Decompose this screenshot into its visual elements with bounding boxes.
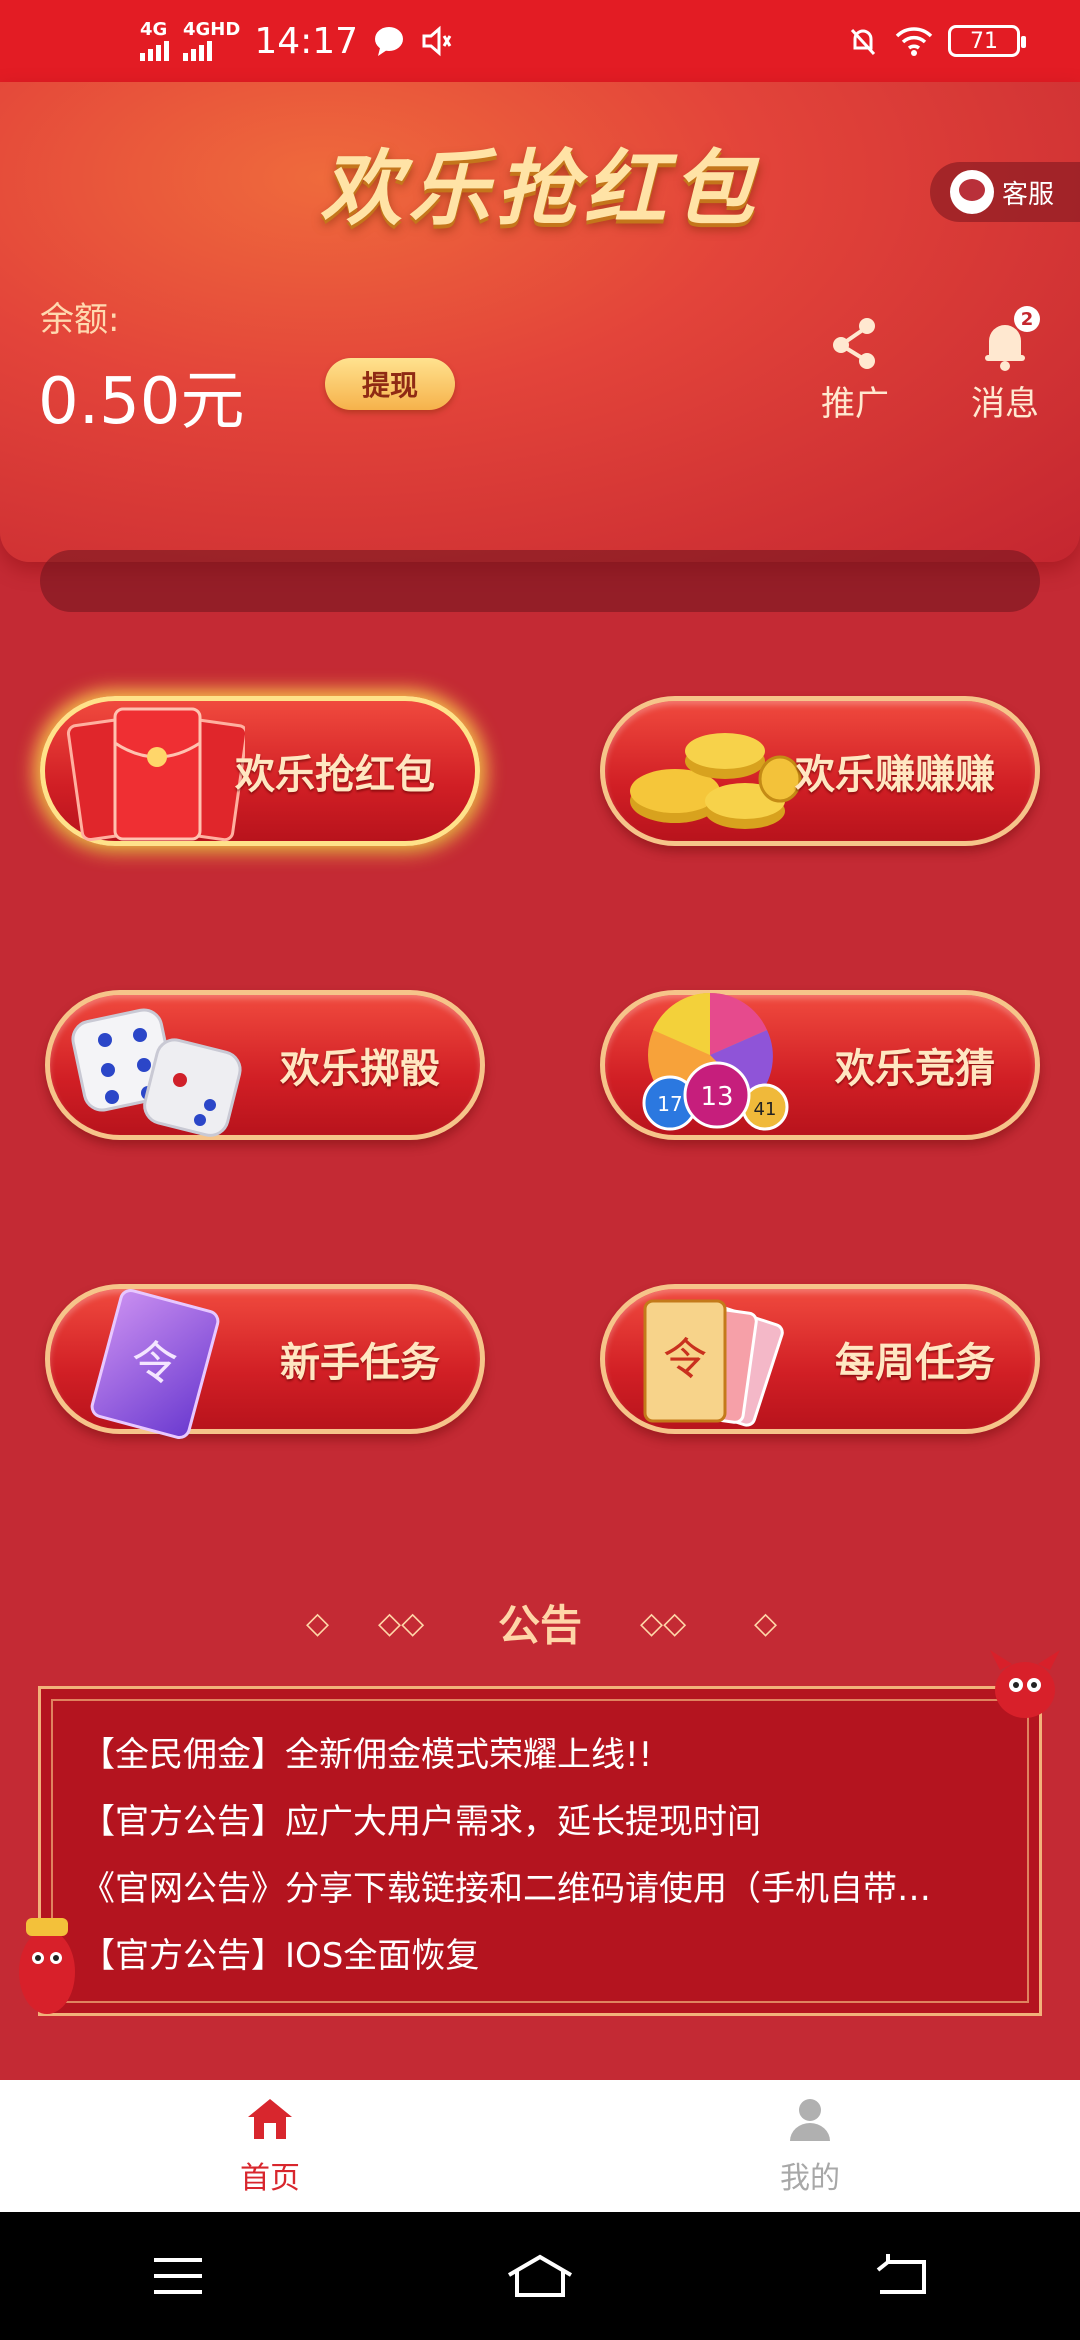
customer-service-label: 客服 bbox=[1002, 179, 1055, 210]
customer-service-button[interactable]: 客服 bbox=[930, 162, 1080, 222]
promote-button[interactable]: 推广 bbox=[800, 310, 910, 425]
game-label: 新手任务 bbox=[280, 1340, 440, 1386]
wifi-icon bbox=[895, 27, 933, 56]
bottom-nav: 首页 我的 bbox=[0, 2080, 1080, 2212]
page-title: 欢乐抢红包 bbox=[320, 142, 760, 237]
signal-1-label: 4G bbox=[140, 19, 168, 40]
game-guess-button[interactable]: 17 41 13 欢乐竞猜 bbox=[600, 990, 1040, 1140]
svg-text:13: 13 bbox=[700, 1082, 733, 1112]
messages-label: 消息 bbox=[971, 384, 1039, 424]
chat-bubble-icon bbox=[375, 27, 404, 56]
back-icon[interactable] bbox=[874, 2254, 930, 2298]
cards-icon: 令 bbox=[643, 1299, 784, 1427]
signal-4ghd-icon: 4GHD bbox=[183, 21, 240, 61]
marquee-bar bbox=[40, 550, 1040, 612]
tab-me[interactable]: 我的 bbox=[540, 2080, 1080, 2212]
announcement-item[interactable]: 【全民佣金】全新佣金模式荣耀上线!! bbox=[81, 1727, 1021, 1776]
tab-me-label: 我的 bbox=[780, 2161, 840, 2196]
header-card: 欢乐抢红包 客服 余额: 0.50元 提现 推广 2 消息 bbox=[0, 82, 1080, 612]
withdraw-button[interactable]: 提现 bbox=[325, 358, 455, 410]
balance-label: 余额: bbox=[40, 300, 120, 340]
messages-badge: 2 bbox=[1014, 306, 1040, 332]
game-label: 欢乐竞猜 bbox=[835, 1046, 995, 1092]
mute-bell-icon bbox=[850, 28, 876, 56]
svg-text:令: 令 bbox=[132, 1336, 178, 1390]
svg-text:17: 17 bbox=[657, 1092, 682, 1116]
tab-home-label: 首页 bbox=[240, 2161, 300, 2196]
status-time: 14:17 bbox=[254, 20, 359, 62]
game-label: 每周任务 bbox=[835, 1340, 995, 1386]
announcement-title: 公告 bbox=[497, 1601, 582, 1650]
red-envelope-icon bbox=[66, 707, 245, 842]
battery-level: 71 bbox=[970, 28, 998, 54]
status-bar: 4G 4GHD 14:17 71 bbox=[0, 0, 1080, 82]
game-label: 欢乐抢红包 bbox=[235, 752, 435, 798]
gold-coins-icon bbox=[630, 733, 802, 829]
announcement-box: 【全民佣金】全新佣金模式荣耀上线!! 【官方公告】应广大用户需求，延长提现时间 … bbox=[38, 1686, 1042, 2016]
home-icon bbox=[248, 2099, 292, 2139]
headset-icon bbox=[950, 170, 994, 214]
dice-icon bbox=[71, 1008, 242, 1137]
game-label: 欢乐赚赚赚 bbox=[795, 752, 995, 798]
tab-home[interactable]: 首页 bbox=[0, 2080, 540, 2212]
game-dice-button[interactable]: 欢乐掷骰 bbox=[45, 990, 485, 1140]
svg-text:41: 41 bbox=[754, 1099, 777, 1120]
announcement-item[interactable]: 【官方公告】IOS全面恢复 bbox=[81, 1928, 1021, 1977]
volume-icon bbox=[422, 25, 452, 57]
promote-label: 推广 bbox=[821, 384, 889, 424]
newbie-task-button[interactable]: 令 新手任务 bbox=[45, 1284, 485, 1439]
user-icon bbox=[790, 2099, 830, 2141]
purple-card-icon: 令 bbox=[90, 1289, 220, 1439]
game-label: 欢乐掷骰 bbox=[280, 1046, 440, 1092]
messages-button[interactable]: 2 消息 bbox=[950, 306, 1060, 425]
balance-value: 0.50元 bbox=[38, 365, 245, 439]
announcement-item[interactable]: 【官方公告】应广大用户需求，延长提现时间 bbox=[81, 1794, 1021, 1843]
signal-4g-icon: 4G bbox=[140, 21, 169, 61]
mascot-icon bbox=[19, 1918, 75, 2014]
svg-text:令: 令 bbox=[663, 1334, 707, 1385]
lottery-ball-icon: 17 41 13 bbox=[642, 992, 789, 1131]
mascot-icon bbox=[990, 1650, 1060, 1718]
battery-indicator: 71 bbox=[948, 25, 1026, 57]
share-icon bbox=[833, 318, 875, 369]
weekly-task-button[interactable]: 令 每周任务 bbox=[600, 1284, 1040, 1434]
game-red-envelope-button[interactable]: 欢乐抢红包 bbox=[40, 696, 480, 846]
signal-2-label: 4GHD bbox=[183, 19, 241, 40]
system-nav-bar bbox=[0, 2212, 1080, 2340]
home-nav-icon[interactable] bbox=[505, 2251, 575, 2301]
game-earn-button[interactable]: 欢乐赚赚赚 bbox=[600, 696, 1040, 846]
menu-icon[interactable] bbox=[150, 2254, 206, 2298]
announcement-item[interactable]: 《官网公告》分享下载链接和二维码请使用（手机自带… bbox=[81, 1861, 1021, 1910]
